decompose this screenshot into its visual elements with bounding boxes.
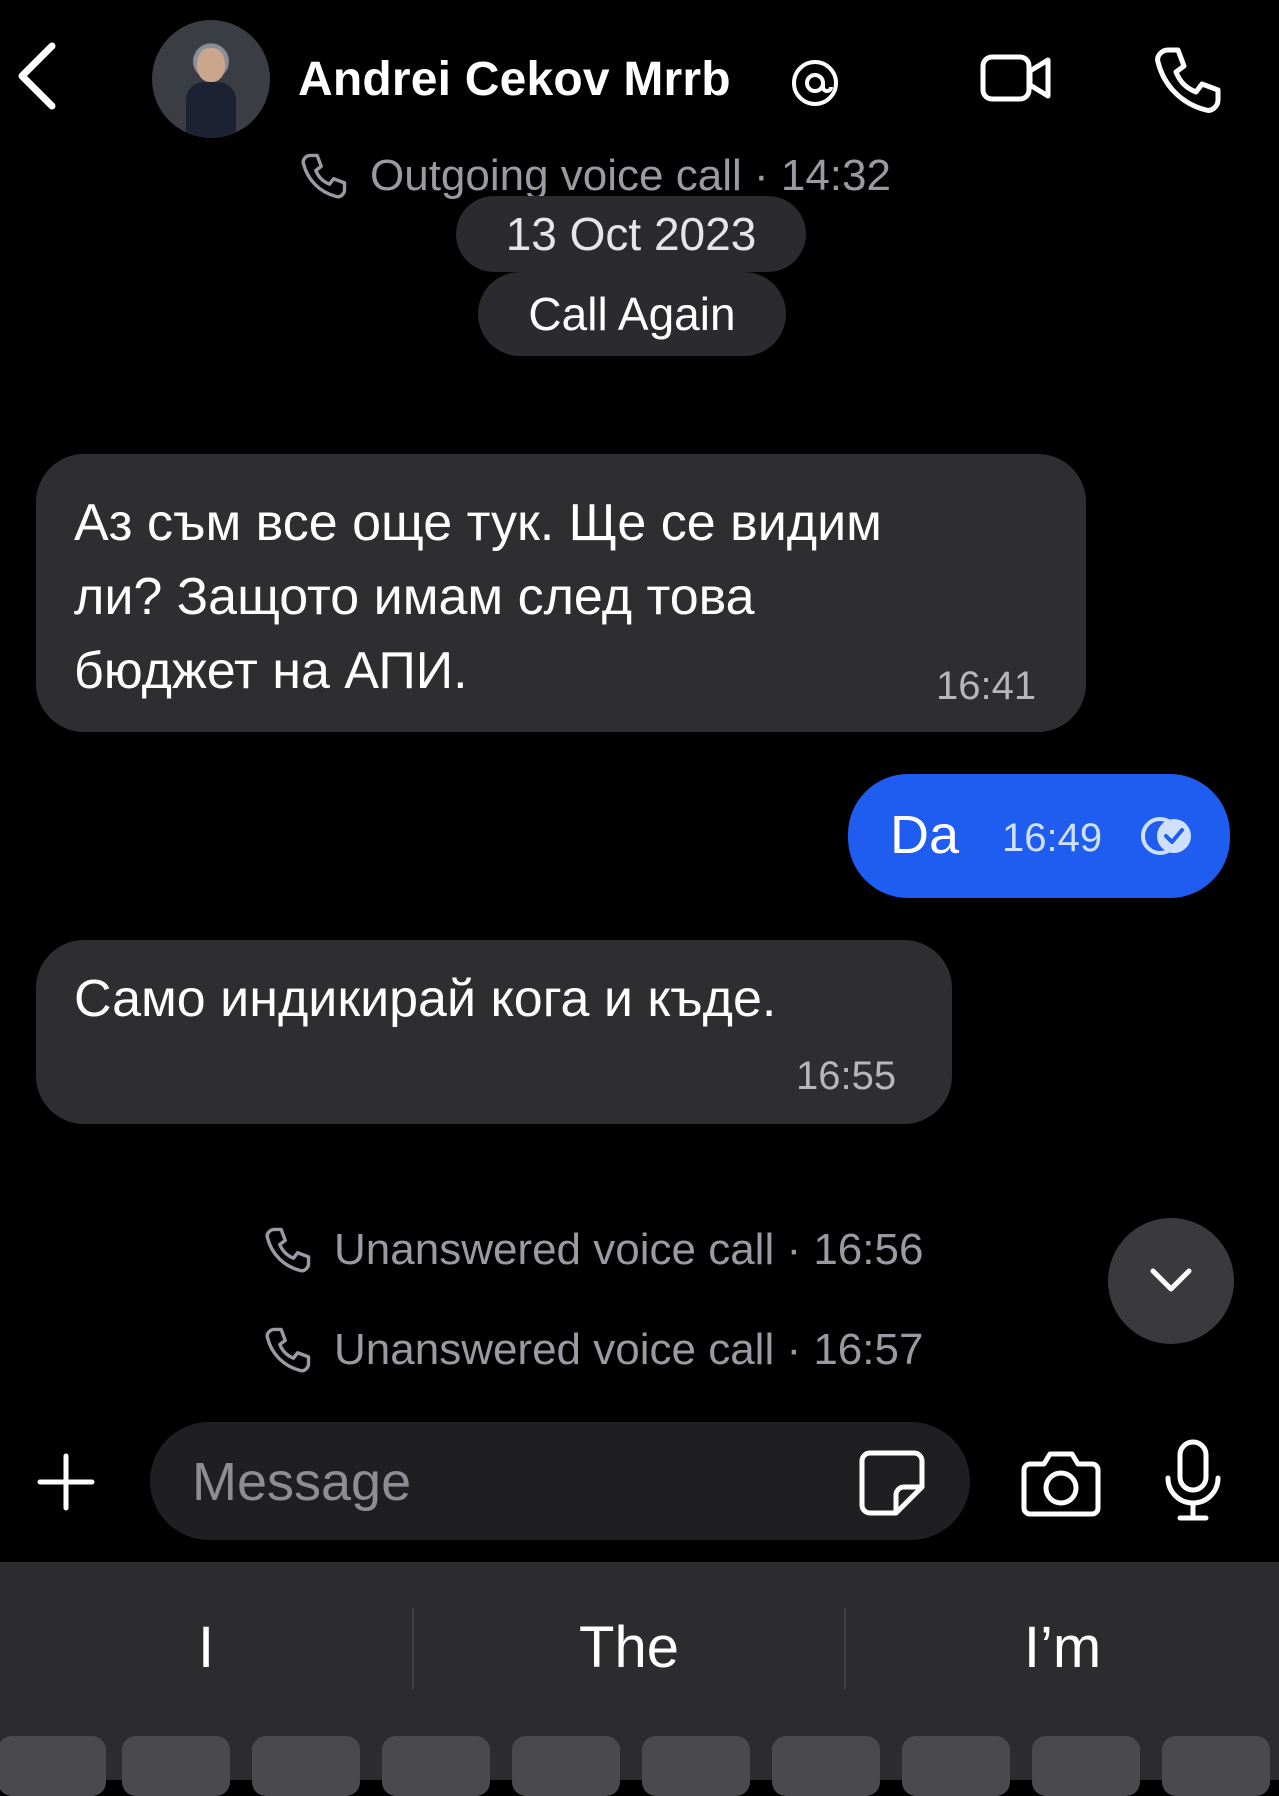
back-chevron-icon[interactable] bbox=[14, 40, 58, 112]
outgoing-call-text: Outgoing voice call · 14:32 bbox=[370, 151, 891, 200]
chevron-down-icon bbox=[1149, 1267, 1193, 1295]
incoming-message-1[interactable]: Аз съм все още тук. Ще се видим ли? Защо… bbox=[36, 454, 1086, 732]
keyboard-key[interactable] bbox=[772, 1736, 880, 1796]
message-time: 16:55 bbox=[796, 1054, 897, 1098]
keyboard-key[interactable] bbox=[902, 1736, 1010, 1796]
unanswered-call-text: Unanswered voice call · 16:56 bbox=[334, 1225, 924, 1274]
message-time: 16:49 bbox=[1002, 816, 1103, 860]
chat-header: Andrei Cekov Mrrb bbox=[0, 0, 1279, 160]
phone-icon bbox=[262, 1324, 314, 1376]
unanswered-call-line-1: Unanswered voice call · 16:56 bbox=[262, 1224, 923, 1276]
message-time: 16:41 bbox=[936, 664, 1037, 708]
phone-icon bbox=[262, 1224, 314, 1276]
unanswered-call-text: Unanswered voice call · 16:57 bbox=[334, 1325, 924, 1374]
keyboard-key[interactable] bbox=[1032, 1736, 1140, 1796]
message-text: Аз съм все още тук. Ще се видим ли? Защо… bbox=[74, 494, 882, 700]
unanswered-call-line-2: Unanswered voice call · 16:57 bbox=[262, 1324, 923, 1376]
call-again-button[interactable]: Call Again bbox=[478, 272, 786, 356]
incoming-message-2[interactable]: Само индикирай кога и къде. 16:55 bbox=[36, 940, 952, 1124]
keyboard-key[interactable] bbox=[382, 1736, 490, 1796]
suggestion-2[interactable]: The bbox=[414, 1562, 844, 1732]
scroll-to-bottom-button[interactable] bbox=[1108, 1218, 1234, 1344]
keyboard-key[interactable] bbox=[0, 1736, 106, 1796]
outgoing-call-line: Outgoing voice call · 14:32 bbox=[298, 150, 891, 202]
phone-icon[interactable] bbox=[1150, 42, 1226, 118]
keyboard-key[interactable] bbox=[512, 1736, 620, 1796]
keyboard-key[interactable] bbox=[122, 1736, 230, 1796]
keyboard-key[interactable] bbox=[642, 1736, 750, 1796]
video-camera-icon[interactable] bbox=[980, 52, 1052, 104]
avatar[interactable] bbox=[152, 20, 270, 138]
plus-icon[interactable] bbox=[34, 1450, 98, 1514]
message-text: Da bbox=[890, 805, 960, 865]
phone-icon bbox=[298, 150, 350, 202]
message-input[interactable] bbox=[190, 1422, 834, 1542]
suggestion-1[interactable]: I bbox=[0, 1562, 412, 1732]
outgoing-message[interactable]: Da 16:49 bbox=[848, 774, 1230, 898]
contact-name[interactable]: Andrei Cekov Mrrb bbox=[298, 52, 731, 107]
keyboard-key[interactable] bbox=[252, 1736, 360, 1796]
message-input-container[interactable] bbox=[150, 1422, 970, 1542]
camera-icon[interactable] bbox=[1020, 1446, 1102, 1518]
verified-at-icon bbox=[790, 58, 840, 108]
read-check-icon bbox=[1138, 814, 1196, 858]
suggestion-3[interactable]: I’m bbox=[846, 1562, 1279, 1732]
date-pill: 13 Oct 2023 bbox=[456, 196, 806, 272]
keyboard-key[interactable] bbox=[1162, 1736, 1270, 1796]
microphone-icon[interactable] bbox=[1162, 1438, 1224, 1522]
sticker-icon[interactable] bbox=[856, 1447, 928, 1519]
message-text: Само индикирай кога и къде. bbox=[74, 970, 777, 1028]
